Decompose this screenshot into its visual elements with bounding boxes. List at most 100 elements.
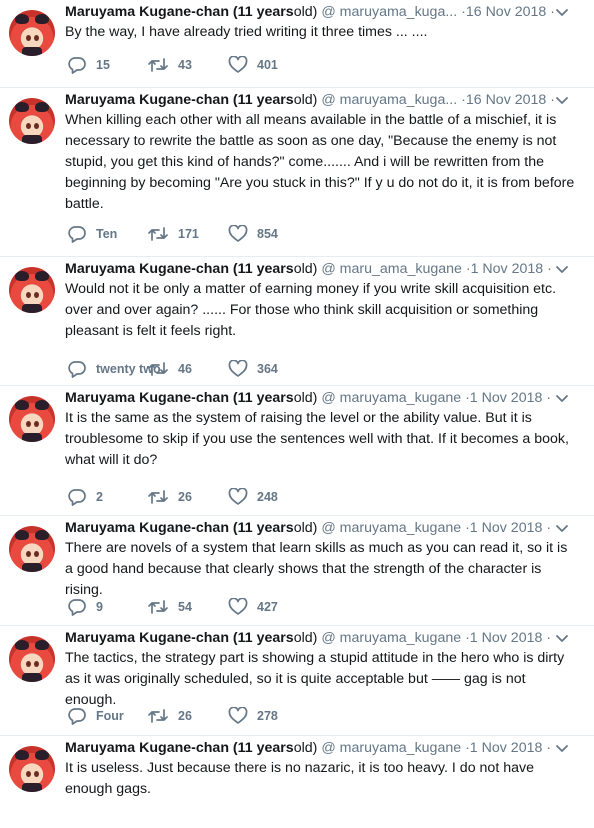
avatar-collar [22, 135, 42, 144]
display-name[interactable]: Maruyama Kugane-chan (11 years [65, 4, 294, 20]
tweet[interactable]: Maruyama Kugane-chan (11 yearsold) @ mar… [0, 736, 594, 828]
avatar[interactable] [9, 746, 55, 792]
avatar-eye [26, 292, 31, 298]
tweet-text: It is the same as the system of raising … [65, 410, 569, 468]
timestamp[interactable]: 16 Nov 2018 [466, 92, 546, 108]
tweet[interactable]: Maruyama Kugane-chan (11 yearsold) @ mar… [0, 0, 594, 88]
chevron-down-icon[interactable] [555, 6, 569, 18]
reply-button[interactable]: 2 [67, 486, 103, 508]
tweet-actions: twenty two 46 364 [65, 358, 365, 380]
timestamp[interactable]: 1 Nov 2018 [470, 390, 543, 406]
reply-button[interactable]: Four [67, 705, 124, 727]
reply-count: Four [96, 709, 124, 723]
tweet-actions: 2 26 248 [65, 486, 365, 508]
avatar-eye [26, 123, 31, 129]
reply-icon [67, 360, 87, 378]
timestamp[interactable]: 1 Nov 2018 [470, 740, 543, 756]
reply-icon [67, 488, 87, 506]
display-name-suffix[interactable]: old) [294, 261, 318, 277]
retweet-count: 54 [178, 600, 192, 614]
display-name-suffix[interactable]: old) [294, 520, 318, 536]
tweet-header: Maruyama Kugane-chan (11 yearsold) @ mar… [65, 90, 555, 110]
display-name[interactable]: Maruyama Kugane-chan (11 years [65, 740, 294, 756]
timestamp[interactable]: 16 Nov 2018 [466, 4, 546, 20]
avatar[interactable] [9, 98, 55, 144]
retweet-button[interactable]: 54 [147, 596, 192, 618]
avatar-eye [34, 123, 39, 129]
avatar[interactable] [9, 526, 55, 572]
like-button[interactable]: 854 [228, 223, 278, 245]
avatar[interactable] [9, 10, 55, 56]
retweet-button[interactable]: 171 [147, 223, 199, 245]
retweet-count: 171 [178, 227, 199, 241]
avatar[interactable] [9, 267, 55, 313]
display-name-suffix[interactable]: old) [294, 740, 318, 756]
like-count: 427 [257, 600, 278, 614]
avatar-eye [34, 35, 39, 41]
display-name[interactable]: Maruyama Kugane-chan (11 years [65, 520, 294, 536]
avatar-eye [26, 771, 31, 777]
avatar[interactable] [9, 396, 55, 442]
like-button[interactable]: 364 [228, 358, 278, 380]
user-handle[interactable]: @ maruyama_kugane [321, 390, 461, 406]
retweet-count: 46 [178, 362, 192, 376]
tweet-text: By the way, I have already tried writing… [65, 24, 428, 40]
chevron-down-icon[interactable] [555, 263, 569, 275]
tweet[interactable]: Maruyama Kugane-chan (11 yearsold) @ mar… [0, 386, 594, 516]
reply-button[interactable]: 9 [67, 596, 103, 618]
display-name-suffix[interactable]: old) [294, 390, 318, 406]
reply-count: 2 [96, 490, 103, 504]
reply-button[interactable]: Ten [67, 223, 117, 245]
display-name-suffix[interactable]: old) [294, 92, 318, 108]
like-button[interactable]: 401 [228, 54, 278, 76]
tweet[interactable]: Maruyama Kugane-chan (11 yearsold) @ mar… [0, 257, 594, 386]
retweet-button[interactable]: 43 [147, 54, 192, 76]
user-handle[interactable]: @ maruyama_kugane [321, 520, 461, 536]
tweet[interactable]: Maruyama Kugane-chan (11 yearsold) @ mar… [0, 516, 594, 626]
retweet-icon [147, 489, 169, 505]
tweet-text: Would not it be only a matter of earning… [65, 281, 557, 339]
like-button[interactable]: 278 [228, 705, 278, 727]
retweet-button[interactable]: 46 [147, 358, 192, 380]
avatar[interactable] [9, 636, 55, 682]
retweet-button[interactable]: 26 [147, 486, 192, 508]
chevron-down-icon[interactable] [555, 94, 569, 106]
tweet[interactable]: Maruyama Kugane-chan (11 yearsold) @ mar… [0, 88, 594, 257]
retweet-button[interactable]: 26 [147, 705, 192, 727]
tweet-actions: 9 54 427 [65, 596, 365, 618]
tweet-header: Maruyama Kugane-chan (11 yearsold) @ mar… [65, 518, 555, 538]
timestamp[interactable]: 1 Nov 2018 [471, 261, 544, 277]
display-name-suffix[interactable]: old) [294, 4, 318, 20]
user-handle[interactable]: @ maruyama_kugane [321, 740, 461, 756]
reply-icon [67, 707, 87, 725]
chevron-down-icon[interactable] [555, 392, 569, 404]
like-button[interactable]: 427 [228, 596, 278, 618]
chevron-down-icon[interactable] [555, 522, 569, 534]
reply-button[interactable]: 15 [67, 54, 110, 76]
tweet-text: There are novels of a system that learn … [65, 540, 568, 598]
hair-bow [35, 530, 49, 540]
avatar-collar [22, 304, 42, 313]
display-name[interactable]: Maruyama Kugane-chan (11 years [65, 92, 294, 108]
timestamp[interactable]: 1 Nov 2018 [470, 630, 543, 646]
heart-icon [228, 488, 248, 506]
tweet[interactable]: Maruyama Kugane-chan (11 yearsold) @ mar… [0, 626, 594, 736]
tweet-header: Maruyama Kugane-chan (11 yearsold) @ mar… [65, 388, 555, 408]
reply-count: 15 [96, 58, 110, 72]
display-name[interactable]: Maruyama Kugane-chan (11 years [65, 390, 294, 406]
user-handle[interactable]: @ maruyama_kugane [321, 630, 461, 646]
timestamp[interactable]: 1 Nov 2018 [470, 520, 543, 536]
user-handle[interactable]: @ maru_ama_kugane [321, 261, 462, 277]
display-name[interactable]: Maruyama Kugane-chan (11 years [65, 261, 294, 277]
heart-icon [228, 360, 248, 378]
retweet-count: 26 [178, 490, 192, 504]
display-name-suffix[interactable]: old) [294, 630, 318, 646]
chevron-down-icon[interactable] [555, 742, 569, 754]
user-handle[interactable]: @ maruyama_kuga... [321, 92, 457, 108]
user-handle[interactable]: @ maruyama_kuga... [321, 4, 457, 20]
chevron-down-icon[interactable] [555, 632, 569, 644]
avatar-collar [22, 563, 42, 572]
like-button[interactable]: 248 [228, 486, 278, 508]
display-name[interactable]: Maruyama Kugane-chan (11 years [65, 630, 294, 646]
avatar-eye [34, 551, 39, 557]
